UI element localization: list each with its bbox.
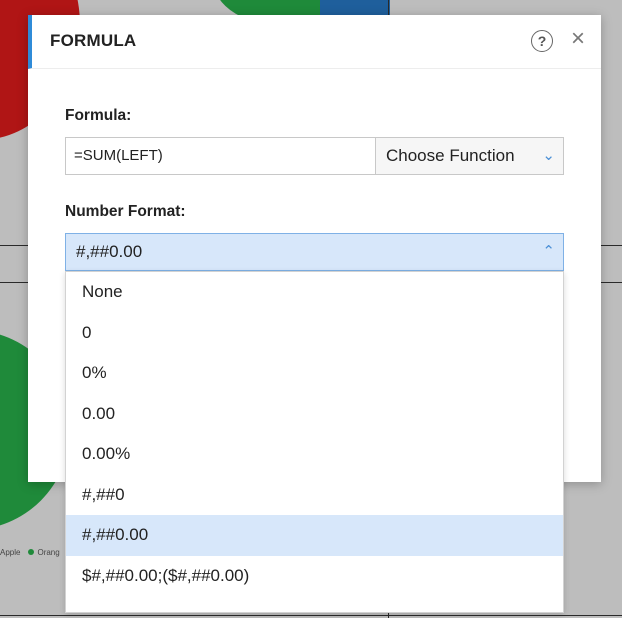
chevron-up-icon: ⌃ bbox=[542, 243, 555, 260]
legend-dot-icon bbox=[28, 549, 35, 555]
close-icon[interactable]: × bbox=[568, 27, 588, 51]
chart-legend: Apple Orang bbox=[0, 548, 60, 557]
legend-item: Apple bbox=[0, 548, 21, 557]
number-format-label: Number Format: bbox=[65, 203, 186, 220]
table-line bbox=[0, 615, 622, 616]
number-format-option[interactable]: None bbox=[66, 272, 563, 313]
number-format-option[interactable]: 0 bbox=[66, 313, 563, 354]
number-format-option[interactable]: 0.00 bbox=[66, 394, 563, 435]
legend-item-label: Orang bbox=[37, 548, 60, 557]
help-icon[interactable]: ? bbox=[531, 30, 553, 52]
dialog-title: FORMULA bbox=[50, 31, 137, 50]
chevron-down-icon: ⌄ bbox=[542, 147, 555, 164]
number-format-selected: #,##0.00 bbox=[76, 242, 143, 261]
number-format-option[interactable]: $#,##0.00;($#,##0.00) bbox=[66, 556, 563, 597]
formula-input[interactable]: =SUM(LEFT) bbox=[65, 137, 375, 175]
choose-function-select[interactable]: Choose Function ⌄ bbox=[375, 137, 564, 175]
number-format-option[interactable]: 0% bbox=[66, 353, 563, 394]
number-format-option[interactable]: #,##0 bbox=[66, 475, 563, 516]
legend-item: Orang bbox=[28, 548, 60, 557]
number-format-options: None 0 0% 0.00 0.00% #,##0 #,##0.00 $#,#… bbox=[65, 271, 564, 613]
formula-label: Formula: bbox=[65, 107, 132, 124]
dialog-header: FORMULA ? × bbox=[28, 15, 601, 69]
number-format-option-selected[interactable]: #,##0.00 bbox=[66, 515, 563, 556]
number-format-select[interactable]: #,##0.00 ⌃ bbox=[65, 233, 564, 271]
choose-function-label: Choose Function bbox=[386, 146, 515, 165]
number-format-option[interactable]: 0.00% bbox=[66, 434, 563, 475]
